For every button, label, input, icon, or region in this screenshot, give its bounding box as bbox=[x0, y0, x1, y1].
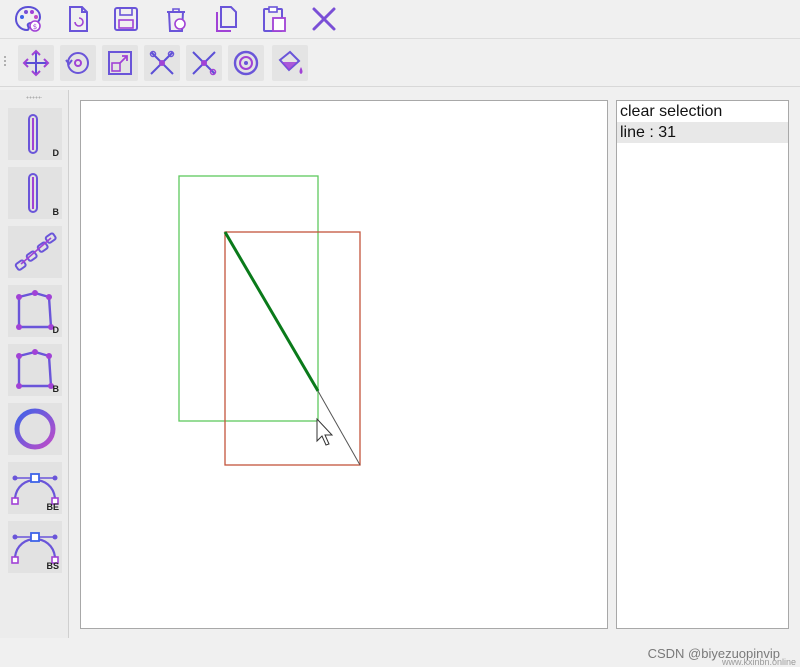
polygon-icon bbox=[16, 349, 54, 389]
trash-icon bbox=[167, 8, 186, 32]
fill-button[interactable] bbox=[272, 45, 308, 81]
watermark-small-text: www.kxinbn.online bbox=[721, 657, 796, 667]
curve-bezier-tool[interactable]: BE bbox=[8, 462, 62, 514]
transform-toolbar bbox=[0, 40, 800, 87]
delete-button[interactable] bbox=[158, 1, 194, 37]
tool-badge: BE bbox=[46, 502, 59, 512]
scale-button[interactable] bbox=[102, 45, 138, 81]
polygon-bresenham-tool[interactable]: B bbox=[8, 344, 62, 396]
canvas-svg[interactable] bbox=[81, 101, 607, 628]
palette-button[interactable]: $ bbox=[10, 1, 46, 37]
rotate-button[interactable] bbox=[60, 45, 96, 81]
circle-target-button[interactable] bbox=[228, 45, 264, 81]
save-icon bbox=[114, 7, 138, 31]
rotate-icon bbox=[65, 52, 89, 74]
polygon-dda-tool[interactable]: D bbox=[8, 285, 62, 337]
clip-alt-icon bbox=[192, 51, 217, 76]
fill-bucket-icon bbox=[278, 50, 303, 74]
scale-icon bbox=[108, 51, 132, 75]
close-button[interactable] bbox=[306, 1, 342, 37]
copy-icon bbox=[216, 6, 237, 32]
tools-dock: D B D B BE BS bbox=[0, 90, 69, 638]
list-item-clear-selection[interactable]: clear selection bbox=[617, 101, 788, 122]
ellipse-icon bbox=[14, 408, 56, 450]
status-bar: CSDN @biyezuopinvip www.kxinbn.online bbox=[0, 638, 800, 667]
close-icon bbox=[312, 7, 336, 31]
tool-badge: B bbox=[52, 207, 60, 217]
polyline-icon bbox=[14, 232, 57, 271]
save-button[interactable] bbox=[108, 1, 144, 37]
polygon-icon bbox=[16, 290, 54, 330]
clip-alt-button[interactable] bbox=[186, 45, 222, 81]
clip-icon bbox=[149, 50, 175, 75]
shape-list-panel: clear selection line : 31 bbox=[616, 100, 789, 629]
tool-badge: B bbox=[52, 384, 60, 394]
tool-badge: D bbox=[52, 148, 60, 158]
palette-icon: $ bbox=[14, 5, 42, 32]
paste-button[interactable] bbox=[256, 1, 292, 37]
tool-badge: D bbox=[52, 325, 60, 335]
line-bresenham-tool[interactable]: B bbox=[8, 167, 62, 219]
circle-target-icon bbox=[233, 50, 259, 76]
curve-bspline-tool[interactable]: BS bbox=[8, 521, 62, 573]
paste-icon bbox=[263, 6, 286, 32]
new-file-icon bbox=[69, 6, 88, 32]
move-icon bbox=[22, 49, 50, 77]
clip-window-rect[interactable] bbox=[178, 175, 319, 422]
mouse-cursor bbox=[316, 417, 334, 446]
line-icon bbox=[28, 114, 38, 154]
dock-grip[interactable] bbox=[26, 96, 42, 99]
selected-line[interactable] bbox=[223, 231, 320, 392]
polyline-tool[interactable] bbox=[8, 226, 62, 278]
list-item-line[interactable]: line : 31 bbox=[617, 122, 788, 143]
drawing-canvas[interactable] bbox=[80, 100, 608, 629]
toolbar-grip[interactable] bbox=[4, 56, 8, 70]
line-dda-tool[interactable]: D bbox=[8, 108, 62, 160]
svg-text:$: $ bbox=[33, 23, 37, 31]
ellipse-tool[interactable] bbox=[8, 403, 62, 455]
clip-button[interactable] bbox=[144, 45, 180, 81]
copy-button[interactable] bbox=[208, 1, 244, 37]
move-button[interactable] bbox=[18, 45, 54, 81]
new-file-button[interactable] bbox=[60, 1, 96, 37]
line-icon bbox=[28, 173, 38, 213]
main-toolbar: $ bbox=[0, 0, 800, 39]
tool-badge: BS bbox=[46, 561, 59, 571]
